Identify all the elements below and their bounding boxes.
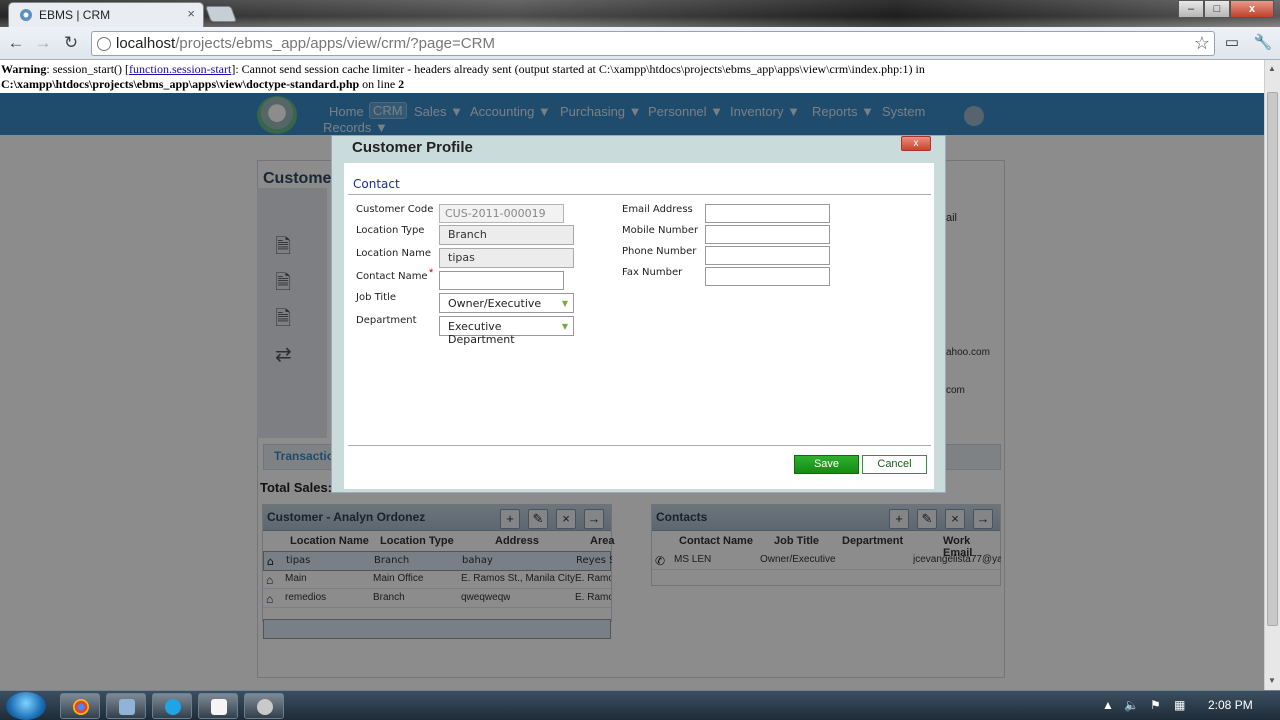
window-titlebar: EBMS | CRM × – □ x [0, 0, 1280, 27]
keyboard-icon [119, 699, 135, 715]
minimize-button[interactable]: – [1178, 0, 1204, 18]
windows-taskbar: ▲ 🔈 ⚑ ▦ 2:08 PM [0, 690, 1280, 720]
warning-post: ]: Cannot send session cache limiter - h… [231, 62, 925, 76]
mobile-label: Mobile Number [622, 225, 699, 236]
scroll-up-icon[interactable]: ▲ [1268, 64, 1276, 73]
department-label: Department [356, 315, 417, 326]
location-type-field[interactable]: Branch [439, 225, 574, 245]
location-name-label: Location Name [356, 248, 431, 259]
tab-title: EBMS | CRM [39, 8, 111, 22]
php-warning: Warning: session_start() [function.sessi… [0, 62, 1264, 92]
contact-name-field[interactable] [439, 271, 564, 290]
ebms-favicon-icon [20, 9, 32, 21]
dialog-body: Contact Customer Code CUS-2011-000019 Lo… [344, 163, 934, 489]
customer-code-field[interactable]: CUS-2011-000019 [439, 204, 564, 223]
job-title-value: Owner/Executive [448, 297, 542, 310]
job-title-select[interactable]: Owner/Executive ▼ [439, 293, 574, 313]
job-title-label: Job Title [356, 292, 397, 303]
scroll-down-icon[interactable]: ▼ [1268, 676, 1276, 685]
taskbar-chrome[interactable] [60, 693, 100, 719]
warning-pre: : session_start() [ [46, 62, 130, 76]
location-name-field[interactable]: tipas [439, 248, 574, 268]
taskbar-paint[interactable] [244, 693, 284, 719]
maximize-button[interactable]: □ [1204, 0, 1230, 18]
url-path: /projects/ebms_app/apps/view/crm/?page=C… [175, 35, 495, 52]
taskbar-notepad[interactable] [198, 693, 238, 719]
browser-tab[interactable]: EBMS | CRM × [8, 2, 204, 27]
section-divider [348, 194, 931, 195]
warning-path: C:\xampp\htdocs\projects\ebms_app\apps\v… [1, 77, 360, 91]
show-hidden-icons[interactable]: ▲ [1102, 698, 1114, 712]
forward-arrow-icon[interactable]: → [33, 34, 53, 54]
warning-link[interactable]: function.session-start [129, 62, 231, 76]
cancel-button[interactable]: Cancel [862, 455, 927, 474]
page-menu-icon[interactable]: ▭ [1222, 33, 1242, 53]
section-title-contact: Contact [353, 177, 400, 191]
browser-toolbar: ← → ↻ localhost/projects/ebms_app/apps/v… [0, 27, 1280, 60]
address-bar[interactable]: localhost/projects/ebms_app/apps/view/cr… [91, 31, 1215, 56]
action-center-icon[interactable]: ⚑ [1150, 698, 1161, 712]
warning-line-number: 2 [398, 77, 405, 91]
location-type-label: Location Type [356, 225, 425, 236]
taskbar-skype[interactable] [152, 693, 192, 719]
required-marker: * [429, 267, 434, 279]
document-icon [211, 699, 227, 715]
fax-label: Fax Number [622, 267, 683, 278]
email-field[interactable] [705, 204, 830, 223]
new-tab-button[interactable] [205, 6, 237, 22]
department-select[interactable]: Executive Department ▼ [439, 316, 574, 346]
skype-icon [165, 699, 181, 715]
mobile-field[interactable] [705, 225, 830, 244]
window-close-button[interactable]: x [1230, 0, 1274, 18]
phone-field[interactable] [705, 246, 830, 265]
network-icon[interactable]: ▦ [1174, 698, 1185, 712]
customer-profile-dialog: Customer Profile x Contact Customer Code… [331, 135, 946, 493]
window-controls: – □ x [1178, 0, 1274, 19]
volume-muted-icon[interactable]: 🔈 [1124, 698, 1139, 712]
phone-label: Phone Number [622, 246, 697, 257]
warning-label: Warning [1, 62, 47, 76]
save-button[interactable]: Save [794, 455, 859, 474]
fax-field[interactable] [705, 267, 830, 286]
taskbar-keyboard[interactable] [106, 693, 146, 719]
system-clock[interactable]: 2:08 PM [1208, 698, 1253, 712]
contact-name-label: Contact Name [356, 271, 428, 282]
warning-on-line: on line [359, 77, 399, 91]
chevron-down-icon: ▼ [561, 322, 568, 331]
start-button[interactable] [6, 692, 46, 720]
back-arrow-icon[interactable]: ← [6, 34, 26, 54]
chrome-icon [73, 699, 89, 715]
dialog-close-button[interactable]: x [901, 136, 931, 151]
url-text: localhost/projects/ebms_app/apps/view/cr… [116, 35, 495, 52]
footer-divider [348, 445, 931, 446]
page-scrollbar[interactable]: ▲ ▼ [1264, 60, 1280, 690]
page-info-icon[interactable] [97, 37, 111, 51]
paint-icon [257, 699, 273, 715]
scrollbar-thumb[interactable] [1267, 92, 1278, 626]
dialog-title: Customer Profile [352, 139, 473, 156]
tab-close-icon[interactable]: × [187, 6, 195, 21]
reload-icon[interactable]: ↻ [61, 34, 81, 54]
wrench-icon[interactable]: 🔧 [1253, 33, 1273, 53]
bookmark-star-icon[interactable]: ☆ [1194, 33, 1210, 54]
chevron-down-icon: ▼ [561, 299, 568, 308]
department-value: Executive Department [448, 320, 515, 346]
customer-code-label: Customer Code [356, 204, 434, 215]
email-label: Email Address [622, 204, 693, 215]
url-host: localhost [116, 35, 176, 52]
